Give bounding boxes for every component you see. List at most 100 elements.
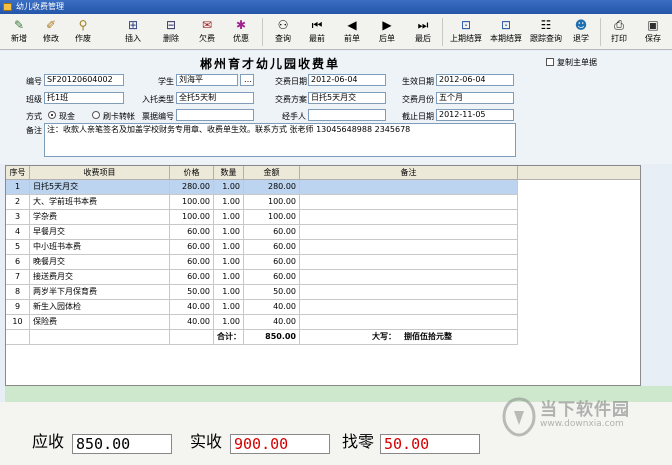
enroll-type-field[interactable]: 全托5天制 <box>176 92 254 104</box>
insert-button[interactable]: ⊞ 插入 <box>118 16 148 48</box>
cell-remark[interactable] <box>300 315 518 330</box>
cell-qty[interactable]: 1.00 <box>214 195 244 210</box>
cell-remark[interactable] <box>300 270 518 285</box>
cell-price[interactable]: 60.00 <box>170 225 214 240</box>
cell-qty[interactable]: 1.00 <box>214 240 244 255</box>
cell-remark[interactable] <box>300 255 518 270</box>
cell-remark[interactable] <box>300 240 518 255</box>
cell-price[interactable]: 40.00 <box>170 315 214 330</box>
table-row[interactable]: 9 新生入园体检 40.00 1.00 40.00 <box>6 300 640 315</box>
next-button[interactable]: ▶ 后单 <box>372 16 402 48</box>
cell-item[interactable]: 新生入园体检 <box>30 300 170 315</box>
cur-settle-button[interactable]: ⊡ 本期结算 <box>486 16 526 48</box>
cell-qty[interactable]: 1.00 <box>214 270 244 285</box>
cell-item[interactable]: 大、学前班书本费 <box>30 195 170 210</box>
arrears-button[interactable]: ✉ 欠费 <box>192 16 222 48</box>
cell-remark[interactable] <box>300 180 518 195</box>
cell-qty[interactable]: 1.00 <box>214 255 244 270</box>
cell-item[interactable]: 晚餐月交 <box>30 255 170 270</box>
cell-amount[interactable]: 50.00 <box>244 285 300 300</box>
cell-qty[interactable]: 1.00 <box>214 210 244 225</box>
cell-item[interactable]: 两岁半下月保育费 <box>30 285 170 300</box>
cell-index[interactable]: 6 <box>6 255 30 270</box>
cell-item[interactable]: 日托5天月交 <box>30 180 170 195</box>
cell-amount[interactable]: 280.00 <box>244 180 300 195</box>
cell-item[interactable]: 中小班书本费 <box>30 240 170 255</box>
cell-qty[interactable]: 1.00 <box>214 285 244 300</box>
cash-radio[interactable] <box>48 111 56 119</box>
table-row[interactable]: 2 大、学前班书本费 100.00 1.00 100.00 <box>6 195 640 210</box>
table-row[interactable]: 8 两岁半下月保育费 50.00 1.00 50.00 <box>6 285 640 300</box>
cell-qty[interactable]: 1.00 <box>214 300 244 315</box>
cell-amount[interactable]: 60.00 <box>244 270 300 285</box>
discount-button[interactable]: ✱ 优惠 <box>226 16 256 48</box>
cell-remark[interactable] <box>300 210 518 225</box>
table-row[interactable]: 4 早餐月交 60.00 1.00 60.00 <box>6 225 640 240</box>
print-button[interactable]: ⎙ 打印 <box>604 16 634 48</box>
cell-qty[interactable]: 1.00 <box>214 315 244 330</box>
table-row[interactable]: 6 晚餐月交 60.00 1.00 60.00 <box>6 255 640 270</box>
ticket-no-field[interactable] <box>176 109 254 121</box>
cell-price[interactable]: 50.00 <box>170 285 214 300</box>
due-field[interactable]: 850.00 <box>72 434 172 454</box>
cell-amount[interactable]: 60.00 <box>244 255 300 270</box>
handler-field[interactable] <box>308 109 386 121</box>
cell-index[interactable]: 1 <box>6 180 30 195</box>
prev-button[interactable]: ◀ 前单 <box>337 16 367 48</box>
cell-qty[interactable]: 1.00 <box>214 225 244 240</box>
withdraw-button[interactable]: ☻ 退学 <box>566 16 596 48</box>
edit-button[interactable]: ✐ 修改 <box>36 16 66 48</box>
cell-remark[interactable] <box>300 225 518 240</box>
last-button[interactable]: ⏭ 最后 <box>408 16 438 48</box>
save-button[interactable]: ▣ 保存 <box>638 16 668 48</box>
cell-amount[interactable]: 100.00 <box>244 195 300 210</box>
cell-price[interactable]: 100.00 <box>170 195 214 210</box>
col-header-index[interactable]: 序号 <box>6 166 30 180</box>
change-field[interactable]: 50.00 <box>380 434 480 454</box>
cell-index[interactable]: 8 <box>6 285 30 300</box>
cell-qty[interactable]: 1.00 <box>214 180 244 195</box>
col-header-remark[interactable]: 备注 <box>300 166 518 180</box>
table-row[interactable]: 1 日托5天月交 280.00 1.00 280.00 <box>6 180 640 195</box>
student-field[interactable]: 刘海平 <box>176 74 238 86</box>
col-header-qty[interactable]: 数量 <box>214 166 244 180</box>
cell-amount[interactable]: 40.00 <box>244 315 300 330</box>
table-row[interactable]: 5 中小班书本费 60.00 1.00 60.00 <box>6 240 640 255</box>
cell-index[interactable]: 5 <box>6 240 30 255</box>
cell-amount[interactable]: 40.00 <box>244 300 300 315</box>
deadline-field[interactable]: 2012-11-05 <box>436 109 514 121</box>
cell-price[interactable]: 60.00 <box>170 240 214 255</box>
cell-amount[interactable]: 60.00 <box>244 240 300 255</box>
card-radio[interactable] <box>92 111 100 119</box>
col-header-item[interactable]: 收费项目 <box>30 166 170 180</box>
col-header-price[interactable]: 价格 <box>170 166 214 180</box>
table-row[interactable]: 3 学杂费 100.00 1.00 100.00 <box>6 210 640 225</box>
cell-index[interactable]: 4 <box>6 225 30 240</box>
effective-date-field[interactable]: 2012-06-04 <box>436 74 514 86</box>
first-button[interactable]: ⏮ 最前 <box>302 16 332 48</box>
prev-settle-button[interactable]: ⊡ 上期结算 <box>446 16 486 48</box>
table-row[interactable]: 7 接送费月交 60.00 1.00 60.00 <box>6 270 640 285</box>
cell-price[interactable]: 60.00 <box>170 255 214 270</box>
track-button[interactable]: ☷ 跟踪查询 <box>526 16 566 48</box>
paid-field[interactable]: 900.00 <box>230 434 330 454</box>
cell-remark[interactable] <box>300 300 518 315</box>
cell-price[interactable]: 280.00 <box>170 180 214 195</box>
cell-item[interactable]: 保险费 <box>30 315 170 330</box>
cell-remark[interactable] <box>300 285 518 300</box>
table-row[interactable]: 10 保险费 40.00 1.00 40.00 <box>6 315 640 330</box>
void-button[interactable]: ⚲ 作废 <box>68 16 98 48</box>
cell-index[interactable]: 7 <box>6 270 30 285</box>
fee-month-field[interactable]: 五个月 <box>436 92 514 104</box>
cell-item[interactable]: 早餐月交 <box>30 225 170 240</box>
fee-plan-field[interactable]: 日托5天月交 <box>308 92 386 104</box>
code-field[interactable]: SF20120604002 <box>44 74 124 86</box>
cell-price[interactable]: 40.00 <box>170 300 214 315</box>
cell-item[interactable]: 接送费月交 <box>30 270 170 285</box>
cell-index[interactable]: 3 <box>6 210 30 225</box>
student-lookup-button[interactable]: … <box>240 74 254 86</box>
remark-field[interactable]: 注：收款人亲笔签名及加盖学校财务专用章、收费单生效。联系方式 张老师 13045… <box>44 123 516 157</box>
copy-master-checkbox[interactable] <box>546 58 554 66</box>
cell-item[interactable]: 学杂费 <box>30 210 170 225</box>
cell-index[interactable]: 9 <box>6 300 30 315</box>
